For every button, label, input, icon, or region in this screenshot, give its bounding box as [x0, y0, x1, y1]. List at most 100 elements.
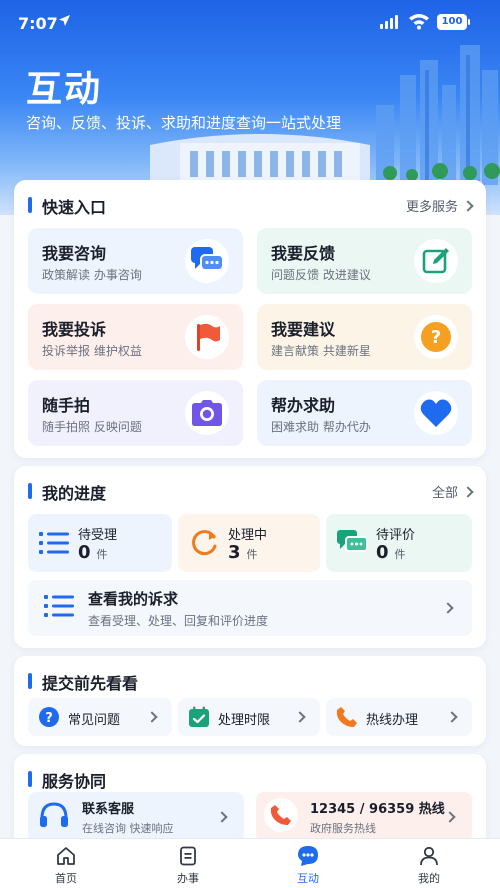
chevron-right-icon	[294, 711, 306, 723]
question-icon: ?	[38, 706, 60, 732]
tile-snapshot[interactable]: 随手拍 随手拍照 反映问题	[28, 380, 243, 446]
tile-subtitle: 建言献策 共建新星	[271, 344, 371, 358]
chevron-right-icon	[462, 199, 474, 212]
camera-icon	[185, 391, 229, 435]
bottom-nav: 首页 办事 互动 我的	[0, 838, 500, 888]
progress-pending-accept[interactable]: 待受理 0件	[28, 514, 172, 572]
more-services-link[interactable]: 更多服务	[405, 196, 474, 215]
nav-label: 首页	[55, 872, 77, 885]
nav-item-interact[interactable]: 互动	[268, 845, 348, 886]
before-submit-title: 提交前先看看	[42, 674, 139, 693]
tile-consult[interactable]: 我要咨询 政策解读 办事咨询	[28, 228, 243, 294]
interact-icon	[268, 845, 348, 867]
time-limit-link[interactable]: 处理时限	[178, 698, 320, 736]
calendar-check-icon	[188, 706, 210, 732]
chevron-right-icon	[146, 711, 158, 723]
svg-text:?: ?	[431, 327, 441, 348]
chevron-right-icon	[444, 811, 456, 823]
nav-item-home[interactable]: 首页	[26, 845, 106, 886]
city-skyline-illustration	[150, 45, 500, 185]
tile-title: 我要投诉	[42, 320, 107, 339]
tile-subtitle: 问题反馈 改进建议	[271, 268, 371, 282]
progress-processing[interactable]: 处理中 3件	[178, 514, 320, 572]
phone-icon	[336, 706, 358, 732]
section-accent-bar	[28, 673, 32, 689]
count-value: 0	[376, 542, 389, 563]
section-accent-bar	[28, 197, 32, 213]
appeals-title: 查看我的诉求	[88, 590, 179, 608]
contact-service-title: 联系客服	[82, 802, 135, 817]
tile-title: 随手拍	[42, 396, 91, 415]
tile-title: 帮办求助	[271, 396, 336, 415]
refresh-icon	[188, 528, 220, 558]
tile-subtitle: 投诉举报 维护权益	[42, 344, 142, 358]
question-icon: ?	[414, 315, 458, 359]
location-arrow-icon	[58, 14, 71, 31]
before-submit-card: 提交前先看看 ? 常见问题 处理时限 热线办理	[14, 656, 486, 746]
nav-item-services[interactable]: 办事	[148, 845, 228, 886]
list-icon	[38, 528, 70, 558]
view-appeals-link[interactable]: 查看我的诉求 查看受理、处理、回复和评价进度	[28, 580, 472, 636]
progress-pending-review[interactable]: 待评价 0件	[326, 514, 472, 572]
section-accent-bar	[28, 483, 32, 499]
count-unit: 件	[246, 548, 258, 561]
all-progress-link[interactable]: 全部	[431, 482, 474, 501]
contact-service-link[interactable]: 联系客服 在线咨询 快速响应	[28, 792, 244, 842]
chevron-right-icon	[446, 711, 458, 723]
tile-title: 我要建议	[271, 320, 336, 339]
section-accent-bar	[28, 771, 32, 787]
page-title: 互动	[26, 69, 103, 110]
chat-bubbles-icon	[185, 239, 229, 283]
hotline-service-link[interactable]: 12345 / 96359 热线 政府服务热线	[256, 792, 472, 842]
faq-link[interactable]: ? 常见问题	[28, 698, 172, 736]
headset-icon	[38, 800, 70, 836]
list-icon	[44, 594, 74, 622]
count-unit: 件	[394, 548, 406, 561]
heart-icon	[414, 391, 458, 435]
edit-icon	[414, 239, 458, 283]
time-limit-label: 处理时限	[218, 713, 271, 728]
quick-entry-title: 快速入口	[42, 198, 107, 217]
nav-label: 我的	[418, 872, 440, 885]
chat-bubbles-icon	[336, 528, 368, 558]
nav-item-profile[interactable]: 我的	[389, 845, 469, 886]
nav-label: 互动	[297, 872, 319, 885]
all-label: 全部	[431, 486, 458, 501]
count-value: 3	[228, 542, 241, 563]
progress-count: 0件	[78, 542, 108, 563]
tile-assistance[interactable]: 帮办求助 困难求助 帮办代办	[257, 380, 472, 446]
svg-text:?: ?	[45, 711, 53, 726]
tile-suggestion[interactable]: 我要建议 建言献策 共建新星 ?	[257, 304, 472, 370]
tile-complaint[interactable]: 我要投诉 投诉举报 维护权益	[28, 304, 243, 370]
tile-subtitle: 随手拍照 反映问题	[42, 420, 142, 434]
more-services-label: 更多服务	[405, 200, 458, 215]
progress-title: 我的进度	[42, 484, 107, 503]
nav-label: 办事	[177, 872, 199, 885]
tile-title: 我要咨询	[42, 244, 107, 263]
chevron-right-icon	[442, 602, 454, 614]
status-time: 7:07	[18, 14, 58, 33]
document-icon	[148, 845, 228, 867]
progress-card: 我的进度 全部 待受理 0件 处理中 3件 待评价 0件 查看我的诉求 查看受理…	[14, 466, 486, 648]
chevron-right-icon	[216, 811, 228, 823]
phone-icon	[264, 798, 298, 832]
tile-feedback[interactable]: 我要反馈 问题反馈 改进建议	[257, 228, 472, 294]
tile-title: 我要反馈	[271, 244, 336, 263]
count-unit: 件	[96, 548, 108, 561]
hotline-label: 热线办理	[366, 713, 419, 728]
progress-label: 处理中	[228, 528, 268, 543]
appeals-subtitle: 查看受理、处理、回复和评价进度	[88, 614, 269, 628]
wifi-icon	[408, 12, 430, 34]
progress-count: 3件	[228, 542, 258, 563]
progress-count: 0件	[376, 542, 406, 563]
tile-subtitle: 政策解读 办事咨询	[42, 268, 142, 282]
hotline-link[interactable]: 热线办理	[326, 698, 472, 736]
quick-entry-card: 快速入口 更多服务 我要咨询 政策解读 办事咨询 我要反馈 问题反馈 改进建议 …	[14, 180, 486, 458]
contact-service-subtitle: 在线咨询 快速响应	[82, 822, 174, 835]
chevron-right-icon	[462, 485, 474, 498]
hotline-service-title: 12345 / 96359 热线	[310, 802, 445, 817]
hotline-service-subtitle: 政府服务热线	[310, 822, 376, 835]
count-value: 0	[78, 542, 91, 563]
battery-icon: 100	[437, 14, 470, 30]
service-title: 服务协同	[42, 772, 107, 791]
